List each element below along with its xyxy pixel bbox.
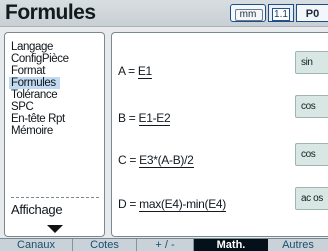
formula-text: D = max(E4)-min(E4) bbox=[118, 197, 226, 212]
formula-expression: max(E4)-min(E4) bbox=[139, 197, 226, 212]
cos-button[interactable]: cos bbox=[295, 95, 328, 118]
formula-expression: E1 bbox=[137, 64, 152, 79]
cos-button-2[interactable]: cos bbox=[295, 143, 328, 166]
menu-item-format[interactable]: Format bbox=[11, 65, 45, 77]
formula-expression: E3*(A-B)/2 bbox=[139, 153, 194, 168]
bottom-tab-bar: Canaux Cotes + / - Math. Autres bbox=[0, 238, 328, 251]
unit-toggle-button[interactable]: mm bbox=[230, 4, 266, 22]
menu-item-memoire[interactable]: Mémoire bbox=[11, 125, 53, 137]
formula-text: C = E3*(A-B)/2 bbox=[118, 153, 194, 168]
menu-item-configpiece[interactable]: ConfigPièce bbox=[11, 53, 69, 65]
menu-item-langage[interactable]: Langage bbox=[11, 41, 53, 53]
page-title: Formules bbox=[5, 1, 96, 24]
tab-plus-minus[interactable]: + / - bbox=[137, 239, 194, 251]
unit-label: mm bbox=[239, 9, 257, 20]
tab-cotes[interactable]: Cotes bbox=[73, 239, 137, 251]
tab-canaux[interactable]: Canaux bbox=[0, 239, 73, 251]
formula-expression: E1-E2 bbox=[138, 111, 171, 126]
formula-variable: A bbox=[118, 64, 126, 78]
acos-button[interactable]: ac os bbox=[295, 187, 328, 210]
formula-text: A = E1 bbox=[118, 64, 152, 79]
menu-item-formules[interactable]: Formules bbox=[9, 77, 60, 89]
display-format-button[interactable]: 1.1 bbox=[268, 4, 294, 22]
menu-item-affichage[interactable]: Affichage bbox=[11, 203, 63, 216]
menu-item-tolerance[interactable]: Tolérance bbox=[11, 89, 58, 101]
print-button[interactable]: P0 bbox=[296, 4, 328, 22]
settings-menu: Langage ConfigPièce Format Formules Tolé… bbox=[4, 32, 105, 237]
formula-variable: C bbox=[118, 153, 127, 167]
tab-math[interactable]: Math. bbox=[194, 239, 268, 251]
menu-separator bbox=[11, 197, 99, 198]
formula-text: B = E1-E2 bbox=[118, 111, 171, 126]
formula-variable: D bbox=[118, 197, 127, 211]
menu-item-entete-rpt[interactable]: En-tête Rpt bbox=[11, 113, 65, 125]
display-format-icon: 1.1 bbox=[272, 8, 290, 21]
formula-panel: A = E1 B = E1-E2 C = E3*(A-B)/2 D = max(… bbox=[111, 32, 328, 237]
formula-variable: B bbox=[118, 111, 126, 125]
sin-button[interactable]: sin bbox=[295, 51, 328, 74]
scroll-down-icon[interactable] bbox=[47, 225, 63, 233]
menu-item-spc[interactable]: SPC bbox=[11, 101, 34, 113]
formulas-screen: Formules mm 1.1 P0 Langage ConfigPièce F… bbox=[0, 0, 328, 251]
title-bar: Formules mm 1.1 P0 bbox=[0, 0, 328, 27]
tab-autres[interactable]: Autres bbox=[268, 239, 328, 251]
